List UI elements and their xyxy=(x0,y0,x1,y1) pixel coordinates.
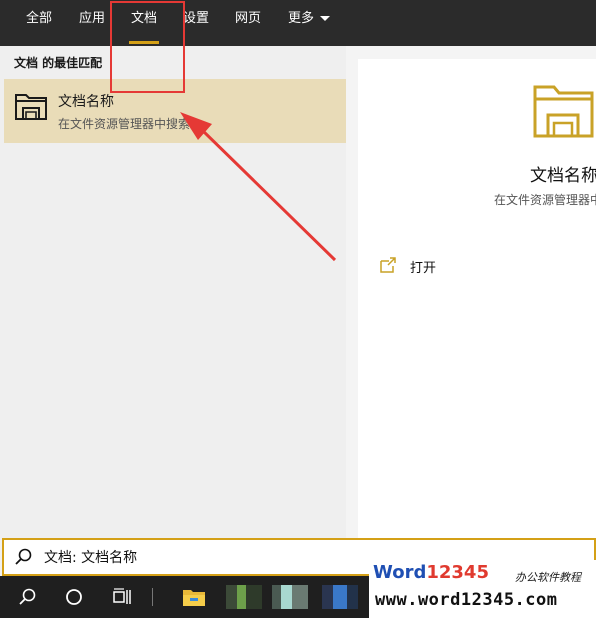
taskbar-divider xyxy=(152,588,153,606)
tab-documents[interactable]: 文档 xyxy=(129,0,160,46)
best-match-heading: 文档 的最佳匹配 xyxy=(14,56,103,70)
search-icon xyxy=(15,548,32,565)
search-icon xyxy=(19,588,36,605)
task-view-icon xyxy=(113,588,131,604)
tab-web[interactable]: 网页 xyxy=(235,0,261,46)
open-label: 打开 xyxy=(410,261,437,276)
taskbar-search-button[interactable] xyxy=(8,576,48,618)
windows-search-panel: 全部 应用 文档 设置 网页 更多 文档 的最佳匹配 文档名称 在文件资源管理器… xyxy=(0,0,596,618)
search-input[interactable] xyxy=(44,549,344,565)
tab-apps[interactable]: 应用 xyxy=(79,0,105,46)
file-explorer-icon xyxy=(183,590,205,606)
blurred-app-icon[interactable] xyxy=(226,585,262,609)
preview-card: 文档名称 在文件资源管理器中搜索 xyxy=(358,59,596,247)
blurred-app-icon[interactable] xyxy=(322,585,358,609)
result-item-document[interactable]: 文档名称 在文件资源管理器中搜索 xyxy=(4,79,346,143)
open-icon xyxy=(380,257,396,273)
result-subtitle: 在文件资源管理器中搜索 xyxy=(58,117,191,131)
result-title: 文档名称 xyxy=(58,94,114,110)
preview-title: 文档名称 xyxy=(530,166,596,186)
folder-icon xyxy=(533,85,594,138)
file-explorer-button[interactable] xyxy=(172,576,216,618)
tab-all[interactable]: 全部 xyxy=(26,0,52,46)
watermark-url: www.word12345.com xyxy=(375,590,558,610)
chevron-down-icon xyxy=(320,16,331,21)
preview-actions: 打开 xyxy=(358,247,596,538)
folder-icon xyxy=(15,94,47,120)
results-panel: 文档 的最佳匹配 文档名称 在文件资源管理器中搜索 xyxy=(0,46,346,538)
watermark-brand: Word12345 xyxy=(373,562,489,583)
watermark-logo: Word12345 办公软件教程 www.word12345.com xyxy=(369,560,596,618)
tab-more[interactable]: 更多 xyxy=(288,0,331,46)
watermark-tagline: 办公软件教程 xyxy=(515,571,581,584)
blurred-app-icon[interactable] xyxy=(272,585,308,609)
tab-settings[interactable]: 设置 xyxy=(183,0,209,46)
search-filter-tabs: 全部 应用 文档 设置 网页 更多 xyxy=(0,0,596,46)
cortana-circle-icon xyxy=(66,589,82,605)
preview-subtitle: 在文件资源管理器中搜索 xyxy=(494,193,596,207)
task-view-button[interactable] xyxy=(101,576,141,618)
preview-panel: 文档名称 在文件资源管理器中搜索 打开 xyxy=(346,46,596,538)
cortana-button[interactable] xyxy=(54,576,94,618)
active-tab-indicator xyxy=(129,41,160,44)
